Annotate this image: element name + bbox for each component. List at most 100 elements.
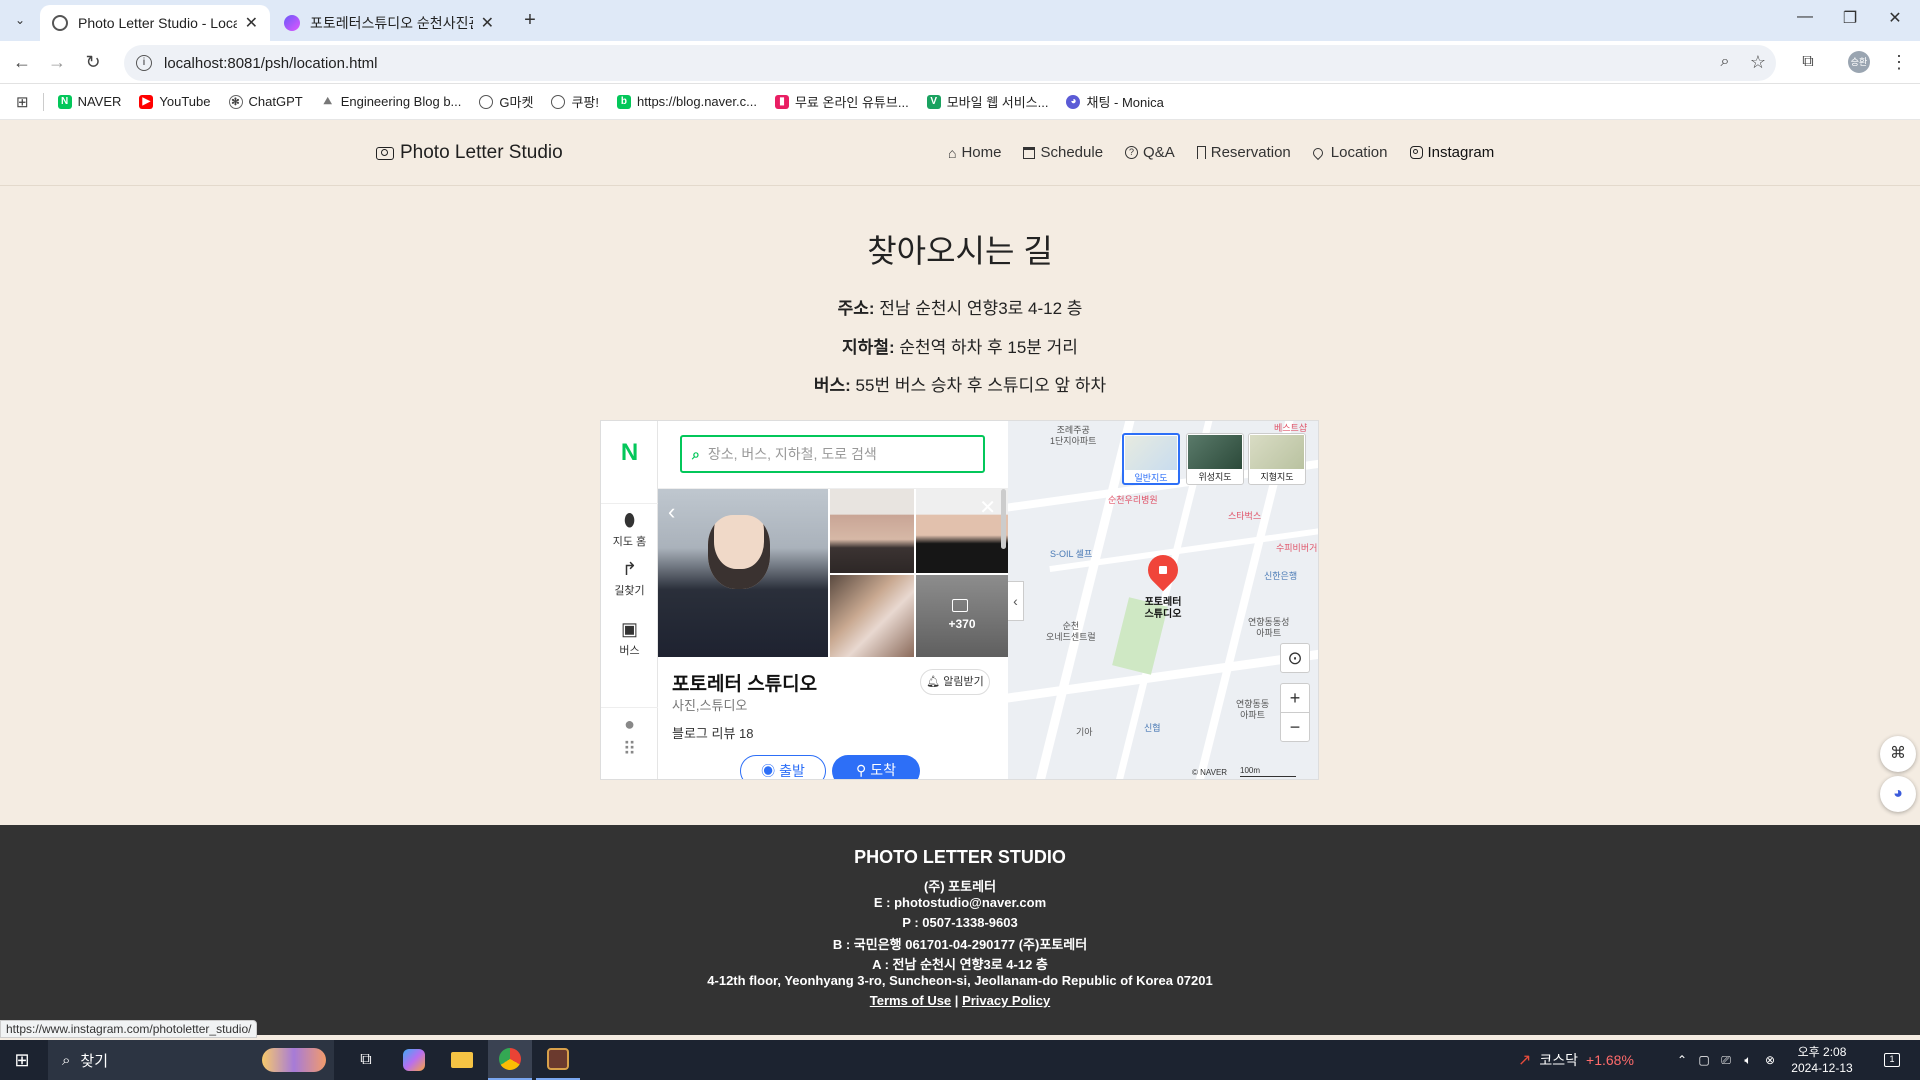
windows-start-icon[interactable]: ⊞ (0, 1040, 44, 1080)
place-category: 사진,스튜디오 (672, 698, 748, 713)
layer-normal-map[interactable]: 일반지도 (1122, 433, 1180, 485)
monica-float-icon[interactable]: ◕ (1880, 776, 1916, 812)
thumb-photo-3[interactable] (830, 575, 914, 657)
clock[interactable]: 오후 2:08 2024-12-13 (1786, 1040, 1858, 1080)
bookmark-star-icon[interactable]: ☆ (1745, 49, 1771, 75)
nav-schedule[interactable]: Schedule (1023, 144, 1103, 161)
stock-widget[interactable]: ↗ 코스닥 +1.68% (1518, 1040, 1658, 1080)
site-header: Photo Letter Studio ⌂ Home Schedule ? Q&A … (0, 120, 1920, 186)
nav-reservation[interactable]: Reservation (1196, 144, 1291, 161)
privacy-link[interactable]: Privacy Policy (962, 993, 1050, 1008)
minimize-icon[interactable]: — (1785, 8, 1825, 32)
bookmark-mobile-web[interactable]: V 모바일 웹 서비스... (926, 92, 1048, 111)
bookmark-coupang[interactable]: 쿠팡! (551, 92, 599, 111)
map-search-input[interactable]: ⌕ 장소, 버스, 지하철, 도로 검색 (680, 435, 985, 473)
chrome-icon[interactable] (488, 1040, 532, 1080)
taskbar-search[interactable]: ⌕ 찾기 (48, 1040, 334, 1080)
main-photo[interactable]: ‹ (658, 489, 828, 657)
bookmark-naver[interactable]: N NAVER (57, 94, 121, 109)
tray-close-icon[interactable]: ⊗ (1760, 1040, 1780, 1080)
nav-location[interactable]: Location (1310, 144, 1388, 161)
site-info-icon[interactable]: i (136, 55, 152, 71)
thumb-photo-1[interactable] (830, 489, 914, 573)
map-nav-bus[interactable]: ▣ 버스 (601, 619, 658, 658)
restore-icon[interactable]: ❐ (1830, 8, 1870, 32)
bookmark-engineering-blog[interactable]: ⛰ Engineering Blog b... (320, 94, 461, 109)
map-nav-home[interactable]: ⬮ 지도 홈 (601, 503, 658, 549)
file-explorer-icon[interactable] (440, 1040, 484, 1080)
panel-scrollbar[interactable] (1001, 489, 1006, 549)
zoom-out-icon[interactable]: − (1280, 712, 1310, 742)
arrive-button[interactable]: ⚲ 도착 (832, 755, 920, 779)
copilot-icon[interactable] (392, 1040, 436, 1080)
zoom-icon[interactable]: ⌕ (1712, 49, 1738, 75)
volume-icon[interactable]: 🔈︎ (1738, 1040, 1758, 1080)
thumb-photo-2[interactable]: ✕ (916, 489, 1008, 573)
instagram-icon (1409, 146, 1423, 159)
map-label: 스타벅스 (1228, 511, 1262, 521)
close-icon[interactable]: ✕ (245, 13, 258, 33)
extensions-icon[interactable]: ⧉ (1795, 49, 1821, 75)
layer-satellite-map[interactable]: 위성지도 (1186, 433, 1244, 485)
place-name[interactable]: 포토레터 스튜디오 (672, 669, 817, 696)
brand-link[interactable]: Photo Letter Studio (376, 142, 563, 164)
globe-icon (52, 15, 68, 31)
thumb-photo-more[interactable]: +370 (916, 575, 1008, 657)
nav-instagram[interactable]: Instagram (1409, 144, 1494, 161)
tray-chevron-icon[interactable]: ⌃ (1672, 1040, 1692, 1080)
layer-terrain-map[interactable]: 지형지도 (1248, 433, 1306, 485)
map-search-area: ⌕ 장소, 버스, 지하철, 도로 검색 (658, 421, 1008, 489)
bookmarks-bar: ⊞ N NAVER ▶ YouTube ✻ ChatGPT ⛰ Engineering … (0, 84, 1920, 120)
omnibox[interactable]: i localhost:8081/psh/location.html (124, 45, 1776, 81)
naver-map-embed[interactable]: N ⬮ 지도 홈 ↱ 길찾기 ▣ 버스 ● ⠿ ⌕ 장소, 버스, 지하철, 도로 검… (600, 420, 1319, 780)
search-icon: ⌕ (62, 1051, 71, 1069)
menu-icon[interactable]: ⋮ (1886, 49, 1912, 75)
back-icon[interactable]: ← (9, 49, 35, 75)
bus-label: 버스: (813, 376, 851, 395)
network-icon[interactable]: ⎚ (1716, 1040, 1736, 1080)
tab-search-button[interactable]: ⌄ (8, 8, 32, 32)
shortcut-icon[interactable]: ⌘ (1880, 736, 1916, 772)
address-toolbar: ← → ↻ i localhost:8081/psh/location.html… (0, 41, 1920, 84)
notification-icon[interactable]: 1 (1872, 1040, 1912, 1080)
bookmark-gmarket[interactable]: G마켓 (479, 92, 533, 111)
nav-qna[interactable]: ? Q&A (1125, 144, 1175, 161)
close-window-icon[interactable]: ✕ (1875, 8, 1915, 32)
url-text[interactable]: localhost:8081/psh/location.html (164, 55, 377, 72)
bookmark-youtube[interactable]: ▶ YouTube (139, 94, 211, 109)
tab-naver-place[interactable]: 포토레터스튜디오 순천사진관 ✕ (272, 5, 506, 41)
tab-location[interactable]: Photo Letter Studio - Location ✕ (40, 5, 270, 41)
naver-logo[interactable]: N (601, 439, 658, 467)
chevron-left-icon[interactable]: ‹ (668, 499, 675, 525)
profile-avatar[interactable]: 승환 (1848, 51, 1870, 73)
close-icon[interactable]: ✕ (979, 495, 996, 520)
task-view-icon[interactable]: ⧉ (344, 1040, 388, 1080)
bookmark-monica[interactable]: ◕ 채팅 - Monica (1066, 92, 1164, 111)
bookmark-youtube-tool[interactable]: ▮ 무료 온라인 유튜브... (774, 92, 909, 111)
start-button[interactable]: ◉ 출발 (740, 755, 826, 779)
app-icon[interactable] (536, 1040, 580, 1080)
nav-home[interactable]: ⌂ Home (948, 144, 1001, 161)
close-icon[interactable]: ✕ (481, 13, 494, 33)
map-canvas[interactable]: ‹ 조례주공 1단지아파트 순천우리병원 스타벅스 S-OIL 셀프 신한은행 순… (1008, 421, 1318, 779)
site-footer: PHOTO LETTER STUDIO (주) 포토레터 E : photost… (0, 825, 1920, 1035)
terms-link[interactable]: Terms of Use (870, 993, 951, 1008)
map-nav-directions[interactable]: ↱ 길찾기 (601, 559, 658, 598)
alarm-button[interactable]: 🔔︎ 알림받기 (920, 669, 990, 695)
map-collapse-button[interactable]: ‹ (1008, 581, 1024, 621)
place-reviews[interactable]: 블로그 리뷰 18 (672, 723, 753, 742)
current-location-icon[interactable]: ⊙ (1280, 643, 1310, 673)
apps-icon[interactable]: ⊞ (16, 93, 29, 111)
zoom-in-icon[interactable]: + (1280, 683, 1310, 713)
forward-icon[interactable]: → (44, 49, 70, 75)
grid-menu-icon[interactable]: ⠿ (601, 739, 658, 762)
user-icon[interactable]: ● (601, 707, 658, 737)
map-label: 신협 (1144, 723, 1161, 733)
bookmark-chatgpt[interactable]: ✻ ChatGPT (228, 94, 303, 109)
bookmark-naver-blog[interactable]: b https://blog.naver.c... (616, 94, 757, 109)
subway-info: 지하철: 순천역 하차 후 15분 거리 (0, 333, 1920, 358)
reload-icon[interactable]: ↻ (80, 49, 106, 75)
tray-app-icon[interactable]: ▢ (1694, 1040, 1714, 1080)
chatgpt-icon: ✻ (228, 94, 243, 109)
new-tab-button[interactable]: + (518, 8, 542, 32)
